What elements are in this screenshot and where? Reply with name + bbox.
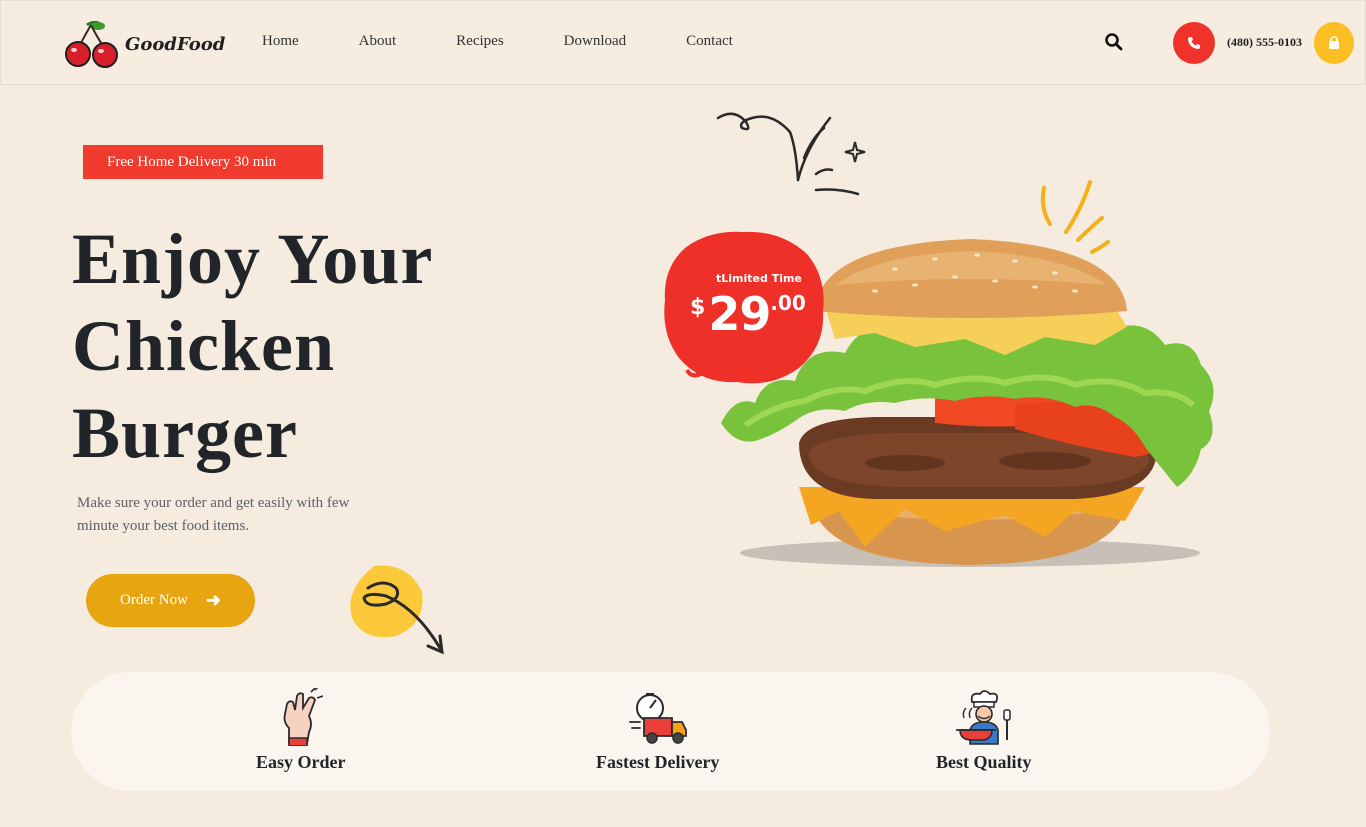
price-cents: .00 (770, 291, 806, 315)
site-header: GoodFood Home About Recipes Download Con… (0, 0, 1366, 85)
feature-fastest-delivery: Fastest Delivery (596, 688, 719, 773)
nav-home[interactable]: Home (262, 33, 299, 50)
cherry-icon (65, 20, 118, 68)
logo[interactable]: GoodFood (65, 19, 225, 69)
doodle-sketch-icon (716, 112, 866, 196)
phone-icon (1188, 37, 1200, 49)
price-value: $ 29 .00 (690, 287, 806, 341)
nav-download[interactable]: Download (564, 33, 627, 50)
order-now-label: Order Now (120, 592, 188, 608)
nav-recipes[interactable]: Recipes (456, 33, 503, 50)
price-label: tLimited Time (716, 272, 802, 285)
chef-icon (955, 690, 1011, 745)
price-amount: 29 (708, 287, 771, 341)
hero-title-line-3: Burger (72, 393, 298, 473)
arrow-right-icon: ➜ (205, 590, 221, 610)
hero-description: Make sure your order and get easily with… (77, 495, 350, 534)
feature-best-quality: Best Quality (936, 688, 1032, 773)
hero-title-line-1: Enjoy Your (72, 219, 434, 299)
phone-button[interactable] (1173, 22, 1215, 64)
delivery-badge: Free Home Delivery 30 min (83, 145, 323, 179)
search-button[interactable] (1104, 32, 1124, 52)
shopping-bag-icon (1329, 36, 1339, 49)
squiggle-arrow-icon (350, 565, 444, 655)
logo-text: GoodFood (125, 33, 226, 55)
price-currency: $ (690, 295, 706, 320)
order-now-button[interactable]: Order Now ➜ (86, 574, 255, 627)
hand-snap-icon (283, 688, 323, 746)
feature-easy-order: Easy Order (256, 688, 346, 773)
feature-easy-order-label: Easy Order (256, 752, 346, 772)
search-icon (1105, 33, 1123, 51)
hero-title: Enjoy Your Chicken Burger (72, 216, 492, 477)
hero-title-line-2: Chicken (72, 306, 336, 386)
cart-button[interactable] (1314, 22, 1354, 64)
main-nav: Home About Recipes Download Contact (262, 33, 793, 50)
features-strip: Easy Order Fastest Delivery Best Quality (71, 672, 1270, 791)
delivery-truck-icon (628, 693, 687, 744)
feature-best-quality-label: Best Quality (936, 752, 1032, 772)
feature-fastest-delivery-label: Fastest Delivery (596, 752, 720, 772)
nav-about[interactable]: About (359, 33, 397, 50)
phone-number[interactable]: (480) 555-0103 (1227, 35, 1302, 50)
nav-contact[interactable]: Contact (686, 33, 733, 50)
